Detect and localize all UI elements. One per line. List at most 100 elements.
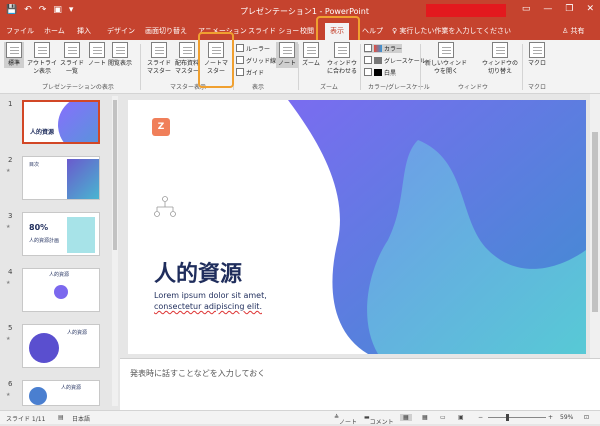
quick-access-toolbar: 💾 ↶ ↷ ▣ ▾	[6, 5, 73, 15]
handout-master-icon	[179, 42, 195, 58]
thumb-number: 1	[8, 100, 13, 108]
fit-to-window-label: ウィンドウに合わせる	[327, 60, 358, 75]
slide-title[interactable]: 人的資源	[154, 256, 242, 288]
tab-help[interactable]: ヘルプ	[362, 26, 383, 36]
group-label-show: 表示	[252, 84, 265, 91]
slide-scrollbar[interactable]	[590, 94, 600, 358]
tab-slideshow[interactable]: スライド ショー	[248, 26, 299, 36]
grayscale-option[interactable]: グレースケール	[364, 56, 426, 65]
ruler-checkbox[interactable]: ルーラー	[236, 44, 270, 53]
scrollbar-thumb[interactable]	[592, 132, 598, 312]
grayscale-swatch	[374, 57, 382, 64]
present-icon[interactable]: ▣	[53, 5, 62, 15]
undo-icon[interactable]: ↶	[24, 5, 32, 15]
notes-toggle-button[interactable]: ノート	[276, 42, 299, 68]
thumb-graphic	[67, 217, 95, 253]
slide-counter: スライド 1/11	[6, 416, 46, 423]
slide-thumbnail-2[interactable]: 目次	[22, 156, 100, 200]
subtitle-line-2: consectetur adipiscing elit.	[154, 302, 262, 311]
minimize-button[interactable]: —	[543, 4, 552, 14]
handout-master-button[interactable]: 配布資料マスター	[173, 42, 201, 76]
slide-sorter-button[interactable]: スライド一覧	[60, 42, 84, 76]
thumb-title: 人的資源	[49, 272, 70, 278]
tab-design[interactable]: デザイン	[107, 26, 135, 36]
guides-checkbox[interactable]: ガイド	[236, 68, 264, 77]
new-window-label: 新しいウィンドウを開く	[424, 60, 467, 75]
slide-thumbnail-4[interactable]: 人的資源	[22, 268, 100, 312]
tab-insert[interactable]: 挿入	[77, 26, 91, 36]
thumbnails-scrollbar[interactable]	[112, 96, 118, 406]
slide-thumbnails-pane: 1 人的資源 2 ★ 目次 3 ★ 80% 人的資源計画 4 ★ 人的資源 5 …	[0, 94, 120, 410]
logo-icon: Z	[152, 118, 170, 136]
zoom-in-button[interactable]: +	[548, 414, 553, 421]
outline-view-label: アウトライン表示	[27, 60, 58, 75]
color-label: カラー	[384, 46, 403, 53]
transition-icon: ★	[6, 392, 11, 398]
tell-me-search[interactable]: ♀ 実行したい作業を入力してください	[392, 26, 511, 36]
switch-windows-button[interactable]: ウィンドウの切り替え	[482, 42, 518, 76]
spellcheck-icon[interactable]: ▤	[58, 414, 64, 421]
qat-more-icon[interactable]: ▾	[69, 5, 74, 15]
slide-thumbnail-3[interactable]: 80% 人的資源計画	[22, 212, 100, 256]
slide-master-button[interactable]: スライドマスター	[146, 42, 172, 76]
background-waves	[288, 100, 586, 354]
ribbon-tabs: ファイル ホーム 挿入 デザイン 画面切り替え アニメーション スライド ショー…	[0, 22, 600, 40]
reading-view-button[interactable]: 閲覧表示	[108, 42, 132, 68]
slide-master-icon	[151, 42, 167, 58]
color-option[interactable]: カラー	[364, 44, 403, 53]
new-window-button[interactable]: 新しいウィンドウを開く	[424, 42, 468, 76]
comments-status-label: コメント	[369, 419, 394, 426]
zoom-level[interactable]: 59%	[560, 414, 573, 421]
window-controls: ▭ — ❐ ✕	[522, 4, 594, 14]
transition-icon: ★	[6, 336, 11, 342]
notes-pane[interactable]: 発表時に話すことなどを入力しておく	[120, 358, 600, 410]
tab-file[interactable]: ファイル	[6, 26, 34, 36]
sorter-view-status-icon[interactable]: ▦	[422, 414, 428, 421]
group-label-macros: マクロ	[528, 84, 547, 91]
tab-transitions[interactable]: 画面切り替え	[145, 26, 187, 36]
share-button[interactable]: ♙ 共有	[562, 26, 585, 36]
bw-option[interactable]: 白黒	[364, 68, 396, 77]
fit-to-window-button[interactable]: ウィンドウに合わせる	[327, 42, 357, 76]
redo-icon[interactable]: ↷	[39, 5, 47, 15]
slideshow-view-status-icon[interactable]: ▣	[458, 414, 464, 421]
notes-page-button[interactable]: ノート	[88, 42, 106, 68]
comments-status-button[interactable]: ▬ コメント	[364, 414, 394, 426]
notes-placeholder: 発表時に話すことなどを入力しておく	[130, 369, 266, 378]
thumb-graphic	[67, 159, 99, 199]
zoom-button[interactable]: ズーム	[302, 42, 320, 68]
slide-thumbnail-5[interactable]: 人的資源	[22, 324, 100, 368]
outline-view-icon	[34, 42, 50, 58]
status-bar: スライド 1/11 ▤ 日本語 ≜ ノート ▬ コメント ▦ ▦ ▭ ▣ − +…	[0, 410, 600, 426]
slide-thumbnail-6[interactable]: 人的資源	[22, 380, 100, 406]
close-button[interactable]: ✕	[586, 4, 594, 14]
language-indicator[interactable]: 日本語	[72, 414, 90, 423]
handout-master-label: 配布資料マスター	[174, 60, 199, 75]
slide-master-label: スライドマスター	[146, 60, 171, 75]
slide-thumbnail-1[interactable]: 人的資源	[22, 100, 100, 144]
macros-button[interactable]: マクロ	[528, 42, 546, 68]
tab-review[interactable]: 校閲	[300, 26, 314, 36]
ribbon-options-button[interactable]: ▭	[522, 4, 531, 14]
scrollbar-thumb[interactable]	[113, 100, 117, 250]
zoom-slider[interactable]	[488, 417, 546, 418]
zoom-slider-thumb[interactable]	[506, 414, 509, 421]
gridlines-checkbox[interactable]: グリッド線	[236, 56, 276, 65]
normal-view-button[interactable]: 標準	[4, 42, 24, 68]
reading-view-status-icon[interactable]: ▭	[440, 414, 446, 421]
fit-slide-icon[interactable]: ⊡	[584, 414, 589, 421]
switch-windows-icon	[492, 42, 508, 58]
thumb-title: 人的資源	[67, 330, 88, 336]
restore-button[interactable]: ❐	[565, 4, 573, 14]
slide-canvas[interactable]: Z 人的資源 Lorem ipsum dolor sit amet, conse…	[128, 100, 586, 354]
zoom-out-button[interactable]: −	[478, 414, 483, 421]
normal-view-status-icon[interactable]: ▦	[400, 414, 412, 421]
save-icon[interactable]: 💾	[6, 5, 17, 15]
slide-subtitle[interactable]: Lorem ipsum dolor sit amet, consectetur …	[154, 290, 267, 312]
thumb-subtitle: 人的資源計画	[29, 238, 60, 244]
tab-home[interactable]: ホーム	[44, 26, 65, 36]
outline-view-button[interactable]: アウトライン表示	[27, 42, 57, 76]
notes-status-button[interactable]: ≜ ノート	[334, 414, 357, 426]
notes-status-label: ノート	[339, 419, 358, 426]
ribbon: 標準 アウトライン表示 スライド一覧 ノート 閲覧表示 プレゼンテーションの表示…	[0, 40, 600, 94]
